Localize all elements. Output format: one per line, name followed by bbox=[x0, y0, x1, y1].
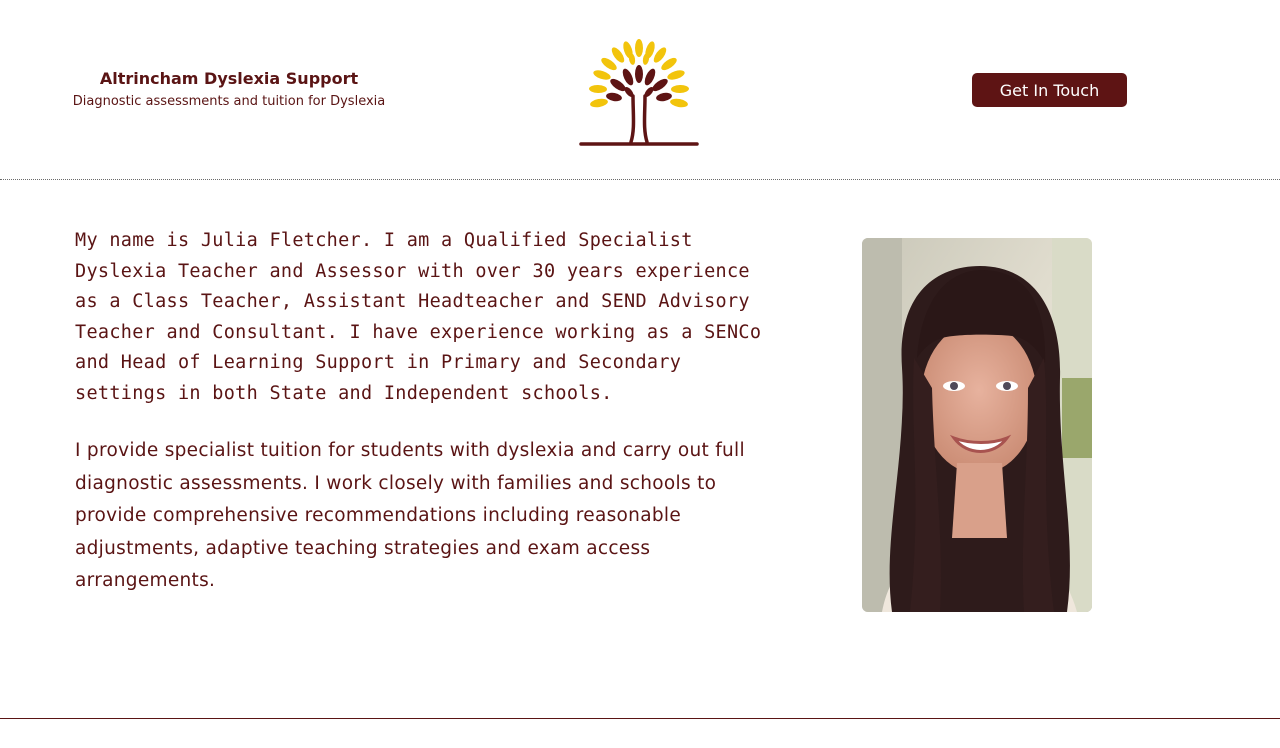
brand-tagline: Diagnostic assessments and tuition for D… bbox=[72, 94, 386, 109]
brand-block[interactable]: Altrincham Dyslexia Support Diagnostic a… bbox=[60, 68, 398, 113]
footer-divider bbox=[0, 718, 1280, 719]
site-header: Altrincham Dyslexia Support Diagnostic a… bbox=[0, 0, 1280, 180]
tree-logo-icon[interactable] bbox=[577, 34, 701, 148]
portrait-photo bbox=[862, 238, 1092, 612]
get-in-touch-button[interactable]: Get In Touch bbox=[972, 73, 1127, 107]
services-paragraph: I provide specialist tuition for student… bbox=[75, 440, 745, 591]
brand-name: Altrincham Dyslexia Support bbox=[99, 69, 359, 88]
intro-paragraph: My name is Julia Fletcher. I am a Qualif… bbox=[75, 230, 762, 404]
about-section: My name is Julia Fletcher. I am a Qualif… bbox=[75, 226, 775, 598]
